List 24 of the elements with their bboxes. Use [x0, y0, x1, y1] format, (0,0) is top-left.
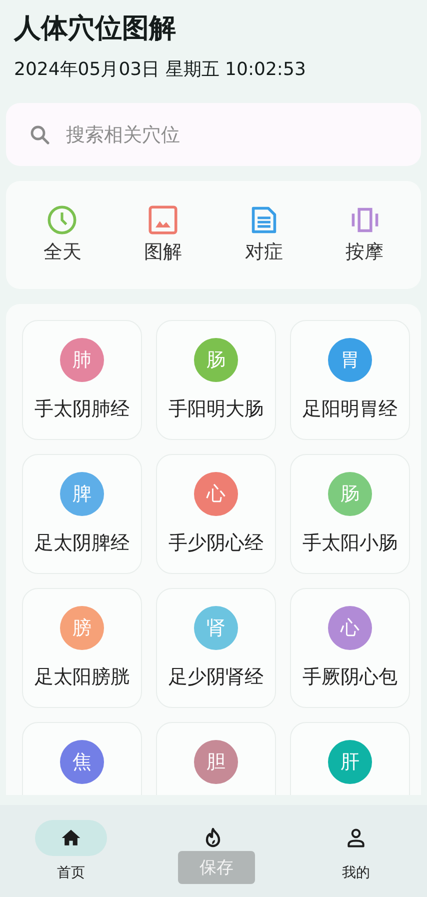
meridian-name: 足太阴脾经 [34, 531, 130, 556]
meridian-name: 足少阴肾经 [168, 665, 264, 690]
meridian-badge: 胆 [194, 740, 238, 784]
page-title: 人体穴位图解 [14, 12, 177, 46]
meridian-name: 手太阴肺经 [34, 397, 130, 422]
date-time: 2024年05月03日 星期五 10:02:53 [14, 58, 307, 82]
meridian-badge: 肝 [328, 740, 372, 784]
meridian-name: 足阳明胃经 [302, 397, 398, 422]
meridian-name: 足太阳膀胱 [34, 665, 130, 690]
meridian-name: 手太阳小肠 [302, 531, 398, 556]
meridian-badge: 膀 [60, 606, 104, 650]
meridian-name: 手厥阴心包 [302, 665, 398, 690]
meridian-name: 手少阴心经 [168, 531, 264, 556]
meridian-badge: 心 [194, 472, 238, 516]
meridian-badge: 心 [328, 606, 372, 650]
meridian-badge: 脾 [60, 472, 104, 516]
meridian-name: 手阳明大肠 [168, 397, 264, 422]
save-toast: 保存 [178, 851, 255, 884]
meridian-badge: 肠 [194, 338, 238, 382]
meridian-badge: 焦 [60, 740, 104, 784]
meridian-badge: 肠 [328, 472, 372, 516]
meridian-badge: 肾 [194, 606, 238, 650]
meridian-badge: 胃 [328, 338, 372, 382]
meridian-badge: 肺 [60, 338, 104, 382]
